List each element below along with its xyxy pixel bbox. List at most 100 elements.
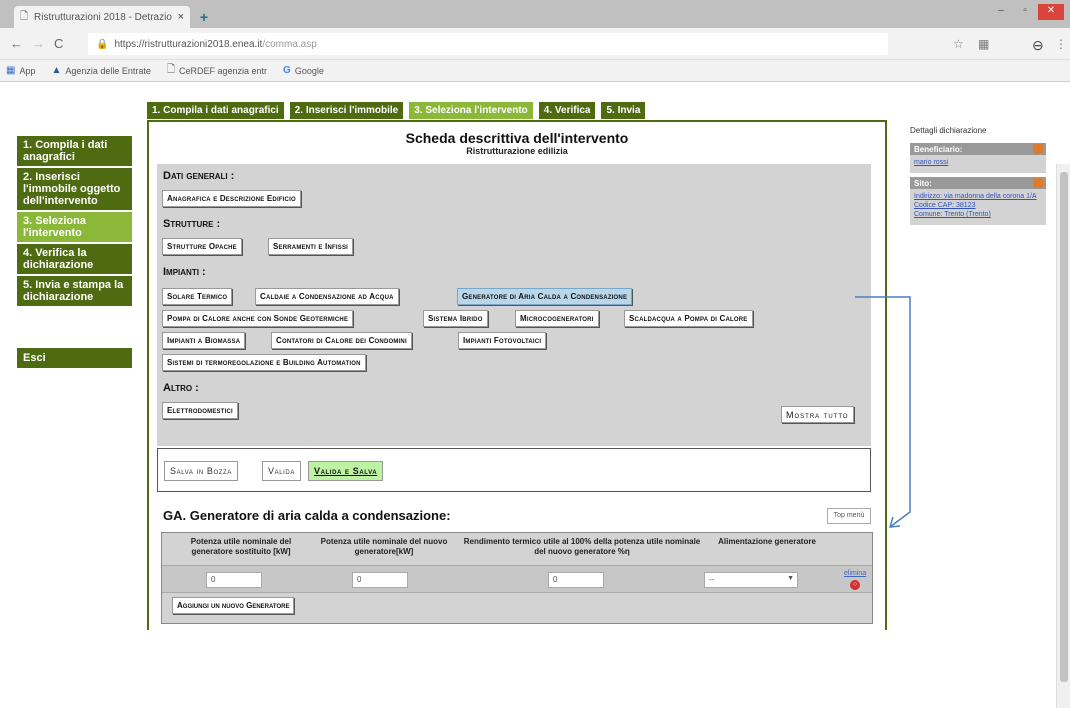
bookmark-google[interactable]: G Google	[283, 65, 324, 76]
collapse-icon[interactable]	[1033, 144, 1043, 154]
bookmarks-bar: ▦ App ▲ Agenzia delle Entrate 🗋 CeRDEF a…	[0, 60, 1070, 82]
serramenti-button[interactable]: Serramenti e Infissi	[268, 238, 354, 255]
tab-step-2[interactable]: 2. Inserisci l'immobile	[289, 102, 404, 119]
pompa-calore-button[interactable]: Pompa di Calore anche con Sonde Geotermi…	[162, 310, 354, 327]
bookmark-apps[interactable]: ▦ App	[6, 65, 35, 76]
browser-tab-strip: 🗋 Ristrutturazioni 2018 - Detrazio × + –…	[0, 0, 1070, 28]
alimentazione-select[interactable]: -- ▼	[704, 572, 798, 588]
window-controls: – ▫ ✕	[990, 4, 1064, 20]
back-icon[interactable]: ←	[10, 36, 23, 51]
url-path: /comma.asp	[262, 38, 317, 50]
main-frame: Scheda descrittiva dell'intervento Ristr…	[147, 120, 887, 630]
reload-icon[interactable]: C	[54, 36, 63, 51]
address-bar-row: ← → C 🔒 https://ristrutturazioni2018.ene…	[0, 28, 1070, 60]
section-strutture: Strutture :	[163, 218, 221, 230]
caldaie-button[interactable]: Caldaie a Condensazione ad Acqua	[255, 288, 399, 305]
minimize-icon[interactable]: –	[990, 4, 1012, 20]
sito-header: Sito:	[910, 177, 1046, 189]
valida-salva-button[interactable]: Valida e Salva	[308, 461, 384, 481]
close-window-icon[interactable]: ✕	[1038, 4, 1064, 20]
bookmark-label: Google	[294, 65, 324, 76]
nav-item-immobile[interactable]: 2. Inserisci l'immobile oggetto dell'int…	[17, 168, 132, 212]
add-generator-button[interactable]: Aggiungi un nuovo Generatore	[172, 597, 295, 614]
generatore-aria-button[interactable]: Generatore di Aria Calda a Condensazione	[457, 288, 633, 305]
potenza-sostituito-input[interactable]: 0	[206, 572, 262, 588]
scrollbar[interactable]	[1056, 164, 1070, 708]
bookmark-label: Agenzia delle Entrate	[65, 65, 151, 76]
scrollbar-thumb[interactable]	[1060, 172, 1068, 682]
mostra-tutto-button[interactable]: Mostra tutto	[781, 406, 854, 423]
url-bar[interactable]: 🔒 https://ristrutturazioni2018.enea.it /…	[88, 33, 888, 55]
beneficiario-link[interactable]: mario rossi	[910, 155, 1046, 167]
scaldacqua-button[interactable]: Scaldacqua a Pompa di Calore	[624, 310, 753, 327]
cap-link[interactable]: Codice CAP: 38123	[910, 201, 1046, 210]
section-impianti: Impianti :	[163, 266, 206, 278]
potenza-nuovo-input[interactable]: 0	[352, 572, 408, 588]
url-host: https://ristrutturazioni2018.enea.it	[114, 38, 263, 50]
elettrodomestici-button[interactable]: Elettrodomestici	[162, 402, 238, 419]
remove-link[interactable]: elimina	[844, 570, 866, 577]
collapse-icon[interactable]	[1033, 178, 1043, 188]
tab-title: Ristrutturazioni 2018 - Detrazio	[34, 11, 172, 23]
comune-link[interactable]: Comune: Trento (Trento)	[910, 210, 1046, 219]
details-title: Dettagli dichiarazione	[910, 126, 987, 135]
nav-item-intervento[interactable]: 3. Seleziona l'intervento	[17, 212, 132, 244]
extension-icon[interactable]: ▦	[978, 37, 989, 51]
strutture-opache-button[interactable]: Strutture Opache	[162, 238, 242, 255]
rendimento-input[interactable]: 0	[548, 572, 604, 588]
valida-button[interactable]: Valida	[262, 461, 301, 481]
left-nav: 1. Compila i dati anagrafici 2. Inserisc…	[17, 136, 132, 368]
tab-step-4[interactable]: 4. Verifica	[538, 102, 596, 119]
ga-section-title: GA. Generatore di aria calda a condensaz…	[163, 508, 451, 523]
section-dati-generali: Dati generali :	[163, 170, 235, 182]
top-menu-button[interactable]: Top menù	[827, 508, 871, 524]
agenzia-icon: ▲	[51, 65, 62, 76]
nav-item-anagrafici[interactable]: 1. Compila i dati anagrafici	[17, 136, 132, 168]
nav-item-verifica[interactable]: 4. Verifica la dichiarazione	[17, 244, 132, 276]
beneficiario-box: Beneficiario: mario rossi	[910, 143, 1046, 173]
termoregolazione-button[interactable]: Sistemi di termoregolazione e Building A…	[162, 354, 366, 371]
biomassa-button[interactable]: Impianti a Biomassa	[162, 332, 246, 349]
scheda-header: Scheda descrittiva dell'intervento Ristr…	[149, 130, 885, 156]
remove-icon[interactable]: ○	[850, 580, 860, 590]
profile-icon[interactable]: ⊖	[1032, 37, 1044, 54]
anagrafica-button[interactable]: Anagrafica e Descrizione Edificio	[162, 190, 301, 207]
indirizzo-link[interactable]: Indirizzo: via madonna della corona 1/A	[910, 189, 1046, 201]
beneficiario-header: Beneficiario:	[910, 143, 1046, 155]
solare-termico-button[interactable]: Solare Termico	[162, 288, 233, 305]
salva-bozza-button[interactable]: Salva in Bozza	[164, 461, 238, 481]
star-icon[interactable]: ☆	[953, 37, 964, 51]
action-bar: Salva in Bozza Valida Valida e Salva	[157, 448, 871, 492]
menu-icon[interactable]: ⋮	[1055, 37, 1067, 51]
bookmark-cerdef[interactable]: 🗋 CeRDEF agenzia entr	[167, 62, 267, 79]
forward-icon[interactable]: →	[32, 36, 45, 51]
tab-step-1[interactable]: 1. Compila i dati anagrafici	[147, 102, 284, 119]
chevron-down-icon: ▼	[787, 575, 794, 582]
fotovoltaici-button[interactable]: Impianti Fotovoltaici	[458, 332, 547, 349]
bookmark-agenzia[interactable]: ▲ Agenzia delle Entrate	[51, 65, 150, 76]
column-header: Alimentazione generatore	[718, 537, 816, 546]
page-icon: 🗋	[20, 10, 29, 22]
browser-tab[interactable]: 🗋 Ristrutturazioni 2018 - Detrazio ×	[14, 6, 190, 28]
select-value: --	[709, 575, 715, 584]
tab-step-5[interactable]: 5. Invia	[601, 102, 646, 119]
column-header: Potenza utile nominale del generatore so…	[190, 537, 292, 556]
nav-item-invia[interactable]: 5. Invia e stampa la dichiarazione	[17, 276, 132, 308]
microcogeneratori-button[interactable]: Microcogeneratori	[515, 310, 599, 327]
maximize-icon[interactable]: ▫	[1014, 4, 1036, 20]
column-header: Potenza utile nominale del nuovo generat…	[320, 537, 448, 556]
tab-close-icon[interactable]: ×	[178, 11, 184, 23]
beneficiario-label: Beneficiario:	[914, 145, 963, 154]
table-row: 0 0 0 -- ▼ elimina ○	[162, 565, 872, 593]
step-tabs: 1. Compila i dati anagrafici 2. Inserisc…	[147, 102, 646, 119]
new-tab-button[interactable]: +	[195, 9, 213, 25]
sistema-ibrido-button[interactable]: Sistema Ibrido	[423, 310, 488, 327]
bookmark-label: App	[19, 65, 36, 76]
exit-button[interactable]: Esci	[17, 348, 132, 368]
page-title: Scheda descrittiva dell'intervento	[405, 130, 629, 146]
section-altro: Altro :	[163, 382, 199, 394]
contatori-button[interactable]: Contatori di Calore dei Condomini	[271, 332, 412, 349]
lock-icon: 🔒	[96, 38, 109, 50]
tab-step-3[interactable]: 3. Seleziona l'intervento	[409, 102, 533, 119]
page-content: 1. Compila i dati anagrafici 2. Inserisc…	[0, 82, 1070, 708]
